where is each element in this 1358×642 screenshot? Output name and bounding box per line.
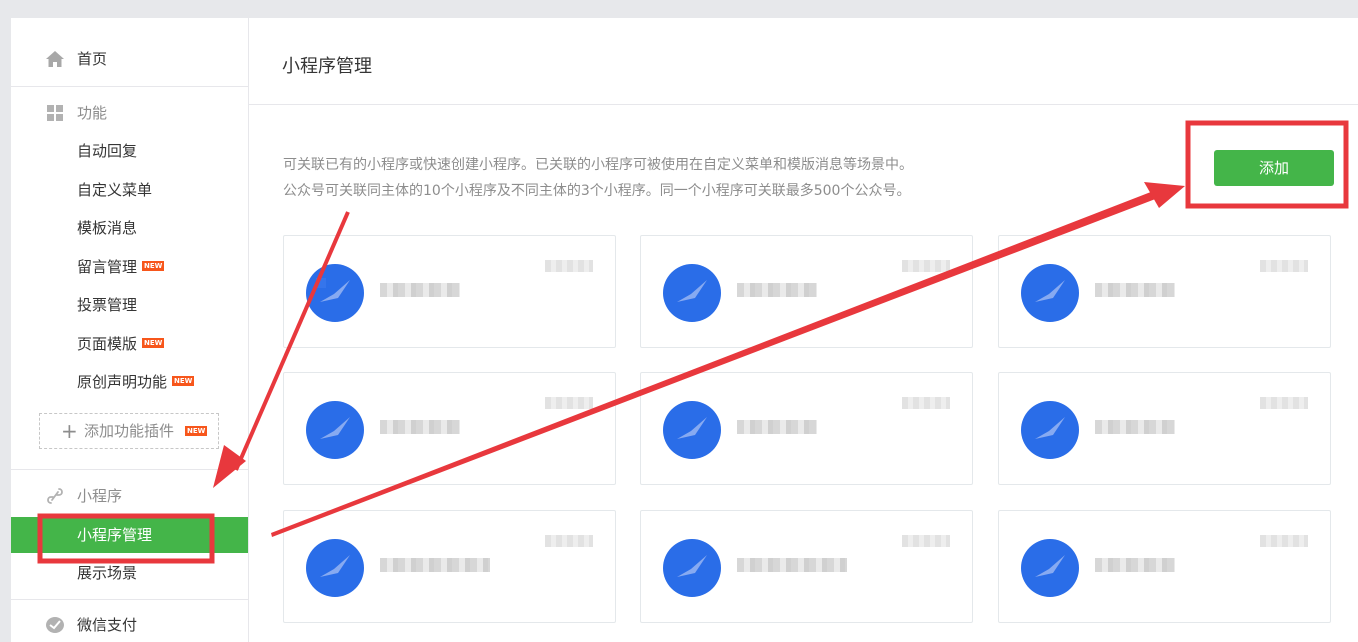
sidebar-item-label: 小程序管理 [77,526,153,544]
miniprogram-name-blurred [1095,558,1175,572]
miniprogram-avatar [663,539,721,597]
sidebar-item-label: 原创声明功能 [77,373,168,391]
miniprogram-type-blurred [1260,535,1308,547]
miniprogram-card[interactable] [998,235,1331,348]
new-badge: NEW [142,337,165,348]
description-line: 可关联已有的小程序或快速创建小程序。已关联的小程序可被使用在自定义菜单和模版消息… [283,157,913,173]
sidebar-item-label: 留言管理 [77,258,138,276]
description: 可关联已有的小程序或快速创建小程序。已关联的小程序可被使用在自定义菜单和模版消息… [283,152,913,204]
miniprogram-name-blurred [737,420,817,434]
sidebar-header-label: 微信支付 [77,616,138,634]
miniprogram-avatar [306,264,364,322]
page-title: 小程序管理 [282,56,372,77]
miniprogram-name-blurred [380,283,460,297]
miniprogram-avatar [1021,264,1079,322]
miniprogram-type-blurred [902,260,950,272]
miniprogram-card[interactable] [640,372,973,485]
sidebar-item-page-template[interactable]: 页面模版 NEW [11,327,248,361]
miniprogram-type-blurred [545,397,593,409]
divider [11,599,248,600]
wechat-pay-icon [46,617,64,633]
sidebar-item-comment-management[interactable]: 留言管理 NEW [11,250,248,284]
sidebar-item-label: 自动回复 [77,142,138,160]
sidebar-item-original-declaration[interactable]: 原创声明功能 NEW [11,365,248,399]
miniprogram-card[interactable] [998,372,1331,485]
sidebar-item-display-scene[interactable]: 展示场景 [11,556,248,590]
divider [11,469,248,470]
sidebar-header-miniprogram[interactable]: 小程序 [11,479,248,513]
plus-icon: + [61,419,78,443]
sidebar-item-vote-management[interactable]: 投票管理 [11,288,248,322]
sidebar-item-custom-menu[interactable]: 自定义菜单 [11,173,248,207]
sidebar-header-label: 功能 [77,104,108,122]
miniprogram-avatar [663,401,721,459]
miniprogram-avatar [306,539,364,597]
new-badge: NEW [172,375,195,386]
sidebar-item-miniprogram-management[interactable]: 小程序管理 [11,517,248,553]
sidebar-item-label: 首页 [77,50,108,68]
miniprogram-name-blurred [1095,283,1175,297]
sidebar-item-label: 页面模版 [77,335,138,353]
miniprogram-type-blurred [545,260,593,272]
miniprogram-type-blurred [902,397,950,409]
sidebar-item-label: 投票管理 [77,296,138,314]
sidebar-header-features[interactable]: 功能 [11,96,248,130]
sidebar-header-wechat-pay[interactable]: 微信支付 [11,608,248,642]
miniprogram-card[interactable] [998,510,1331,623]
miniprogram-name-blurred [380,420,460,434]
home-icon [46,51,64,67]
miniprogram-link-icon [47,488,63,504]
miniprogram-avatar [306,401,364,459]
new-badge: NEW [142,260,165,271]
page: 首页 功能 自动回复 自定义菜单 模板消息 留言管理 NEW 投票管理 页面模版… [11,18,1358,642]
miniprogram-card[interactable] [283,510,616,623]
miniprogram-type-blurred [1260,397,1308,409]
miniprogram-avatar [1021,539,1079,597]
miniprogram-name-blurred [380,558,490,572]
miniprogram-card[interactable] [640,235,973,348]
new-badge: NEW [185,426,208,436]
sidebar-item-label: 模板消息 [77,219,138,237]
miniprogram-type-blurred [1260,260,1308,272]
sidebar-item-label: 展示场景 [77,564,138,582]
sidebar-item-label: 自定义菜单 [77,181,153,199]
miniprogram-avatar [1021,401,1079,459]
sidebar-header-label: 小程序 [77,487,123,505]
miniprogram-type-blurred [545,535,593,547]
miniprogram-name-blurred [737,558,847,572]
add-plugin-button[interactable]: + 添加功能插件 NEW [39,413,219,449]
grid-icon [47,105,63,121]
add-button[interactable]: 添加 [1214,150,1334,186]
miniprogram-name-blurred [737,283,817,297]
divider [249,104,1358,105]
miniprogram-name-blurred [1095,420,1175,434]
miniprogram-type-blurred [902,535,950,547]
sidebar: 首页 功能 自动回复 自定义菜单 模板消息 留言管理 NEW 投票管理 页面模版… [11,18,249,642]
miniprogram-avatar [663,264,721,322]
sidebar-item-auto-reply[interactable]: 自动回复 [11,134,248,168]
add-plugin-label: 添加功能插件 [84,422,175,440]
description-line: 公众号可关联同主体的10个小程序及不同主体的3个小程序。同一个小程序可关联最多5… [283,183,911,199]
sidebar-item-template-message[interactable]: 模板消息 [11,211,248,245]
divider [11,86,248,87]
miniprogram-card[interactable] [283,235,616,348]
miniprogram-card[interactable] [283,372,616,485]
miniprogram-card[interactable] [640,510,973,623]
sidebar-item-home[interactable]: 首页 [11,42,248,76]
